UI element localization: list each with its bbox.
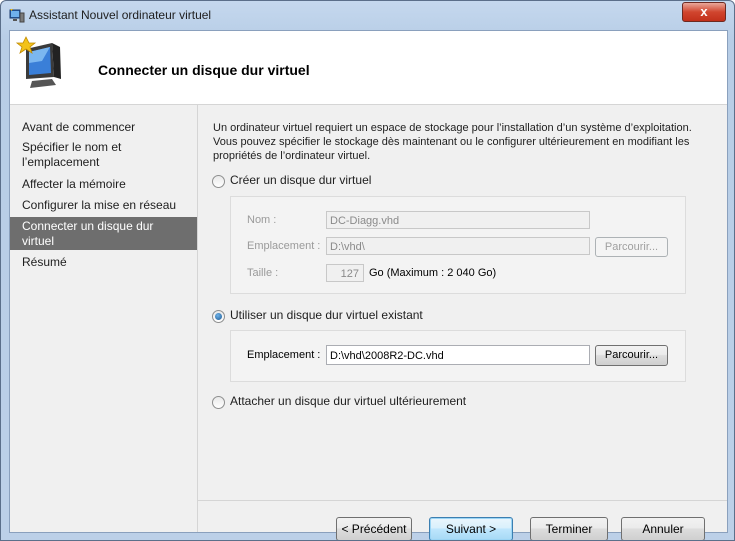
wizard-content: Un ordinateur virtuel requiert un espace… bbox=[198, 105, 727, 540]
wizard-client: Connecter un disque dur virtuel Avant de… bbox=[9, 30, 728, 540]
name-label: Nom : bbox=[247, 214, 277, 226]
create-location-label: Emplacement : bbox=[247, 240, 321, 252]
virtual-machine-icon bbox=[9, 9, 25, 23]
size-unit-label: Go (Maximum : 2 040 Go) bbox=[369, 267, 497, 279]
close-button[interactable]: x bbox=[682, 2, 726, 22]
sidebar-item-summary[interactable]: Résumé bbox=[10, 255, 197, 270]
attach-later-label[interactable]: Attacher un disque dur virtuel ultérieur… bbox=[230, 394, 466, 408]
finish-button[interactable]: Terminer bbox=[530, 517, 608, 540]
create-disk-group: Nom : DC-Diagg.vhd Emplacement : D:\vhd\… bbox=[230, 196, 686, 294]
existing-location-label: Emplacement : bbox=[247, 349, 321, 361]
attach-later-radio[interactable] bbox=[212, 396, 225, 409]
next-button[interactable]: Suivant > bbox=[429, 517, 513, 540]
footer-divider bbox=[198, 500, 727, 501]
wizard-steps-sidebar: Avant de commencer Spécifier le nom et l… bbox=[10, 105, 198, 532]
existing-location-field[interactable]: D:\vhd\2008R2-DC.vhd bbox=[326, 345, 590, 365]
sidebar-item-networking[interactable]: Configurer la mise en réseau bbox=[10, 198, 197, 213]
create-location-field[interactable]: D:\vhd\ bbox=[326, 237, 590, 255]
create-disk-radio[interactable] bbox=[212, 175, 225, 188]
size-field[interactable]: 127 bbox=[326, 264, 364, 282]
page-title: Connecter un disque dur virtuel bbox=[98, 62, 310, 78]
sidebar-item-before-you-begin[interactable]: Avant de commencer bbox=[10, 120, 197, 135]
wizard-computer-icon bbox=[15, 36, 61, 88]
wizard-window: Assistant Nouvel ordinateur virtuel x Co… bbox=[0, 0, 735, 541]
name-field[interactable]: DC-Diagg.vhd bbox=[326, 211, 590, 229]
sidebar-item-name-location[interactable]: Spécifier le nom et l’emplacement bbox=[10, 140, 197, 170]
create-disk-label[interactable]: Créer un disque dur virtuel bbox=[230, 173, 371, 187]
description-text: Un ordinateur virtuel requiert un espace… bbox=[213, 122, 692, 162]
wizard-header: Connecter un disque dur virtuel bbox=[10, 31, 727, 105]
existing-browse-button[interactable]: Parcourir... bbox=[595, 345, 668, 366]
create-browse-button[interactable]: Parcourir... bbox=[595, 237, 668, 257]
existing-disk-label[interactable]: Utiliser un disque dur virtuel existant bbox=[230, 308, 423, 322]
size-label: Taille : bbox=[247, 267, 279, 279]
existing-disk-radio[interactable] bbox=[212, 310, 225, 323]
existing-disk-group: Emplacement : D:\vhd\2008R2-DC.vhd Parco… bbox=[230, 330, 686, 382]
cancel-button[interactable]: Annuler bbox=[621, 517, 705, 540]
sidebar-item-memory[interactable]: Affecter la mémoire bbox=[10, 177, 197, 192]
previous-button[interactable]: < Précédent bbox=[336, 517, 412, 540]
window-title: Assistant Nouvel ordinateur virtuel bbox=[29, 8, 212, 22]
sidebar-item-virtual-disk[interactable]: Connecter un disque dur virtuel bbox=[10, 217, 197, 250]
title-bar: Assistant Nouvel ordinateur virtuel x bbox=[1, 1, 734, 31]
